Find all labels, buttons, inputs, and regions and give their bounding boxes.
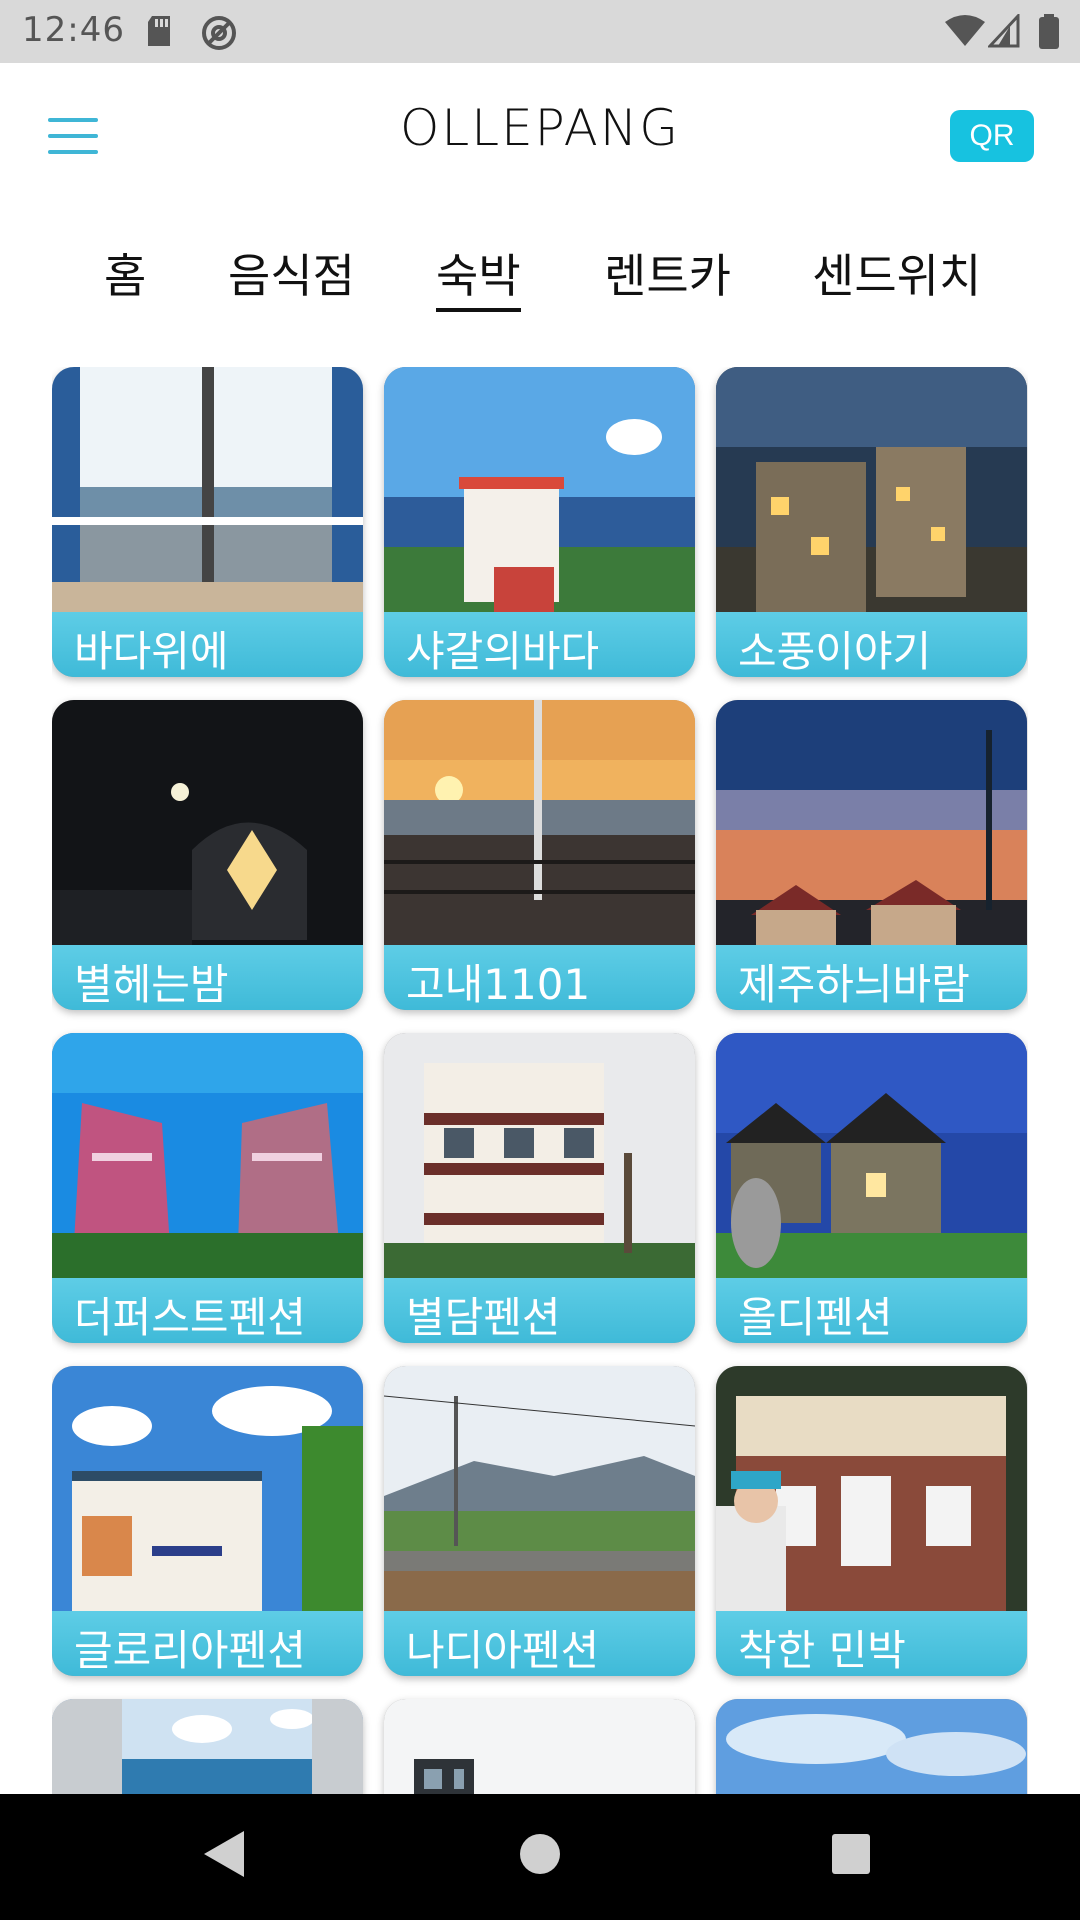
listing-name: 별헤는밤	[74, 960, 229, 1009]
listing-label-bar: 글로리아펜션	[52, 1611, 363, 1676]
listing-card[interactable]: 별헤는밤	[52, 700, 363, 1010]
at-icon	[202, 16, 236, 50]
listing-card[interactable]: 더퍼스트펜션	[52, 1033, 363, 1343]
listing-label-bar: 샤갈의바다	[384, 612, 695, 677]
listing-card[interactable]: 나디아펜션	[384, 1366, 695, 1676]
listing-photo	[52, 1699, 363, 1794]
system-nav-bar	[0, 1794, 1080, 1920]
listing-photo	[716, 367, 1027, 612]
listing-label-bar: 제주하늬바람	[716, 945, 1027, 1010]
signal-icon	[988, 14, 1020, 48]
battery-icon	[1039, 14, 1059, 49]
back-icon[interactable]	[202, 1829, 246, 1879]
listing-name: 제주하늬바람	[738, 960, 970, 1009]
listing-label-bar: 소풍이야기	[716, 612, 1027, 677]
home-icon[interactable]	[516, 1829, 564, 1879]
listing-card[interactable]: 샤갈의바다	[384, 367, 695, 677]
listing-photo	[52, 1033, 363, 1278]
listing-label-bar: 바다위에	[52, 612, 363, 677]
listing-photo	[52, 367, 363, 612]
listing-photo	[716, 1366, 1027, 1611]
listing-label-bar: 더퍼스트펜션	[52, 1278, 363, 1343]
wifi-icon	[945, 15, 985, 46]
listing-name: 별담펜션	[406, 1293, 561, 1342]
listing-name: 나디아펜션	[406, 1626, 600, 1675]
listing-photo	[716, 1699, 1027, 1794]
listing-name: 샤갈의바다	[406, 627, 600, 676]
status-time: 12:46	[22, 10, 125, 50]
listing-label-bar: 고내1101	[384, 945, 695, 1010]
listing-grid: 바다위에 샤갈의바다 소풍이야기 별헤는밤 고내1101 제주하늬바람 더퍼스트…	[52, 367, 1028, 1794]
status-bar: 12:46	[0, 0, 1080, 63]
listing-photo	[384, 700, 695, 945]
sd-card-icon	[148, 16, 170, 46]
listing-card[interactable]: 소풍이야기	[716, 367, 1027, 677]
listing-name: 글로리아펜션	[74, 1626, 306, 1675]
listing-card[interactable]: 글로리아펜션	[52, 1366, 363, 1676]
listing-card[interactable]	[52, 1699, 363, 1794]
listing-name: 올디펜션	[738, 1293, 893, 1342]
listing-name: 바다위에	[74, 627, 229, 676]
listing-photo	[384, 1366, 695, 1611]
tab-home[interactable]: 홈	[104, 240, 146, 306]
listing-label-bar: 별헤는밤	[52, 945, 363, 1010]
qr-button[interactable]: QR	[950, 110, 1034, 162]
listing-card[interactable]: 제주하늬바람	[716, 700, 1027, 1010]
listing-photo	[52, 700, 363, 945]
tab-restaurant[interactable]: 음식점	[228, 240, 355, 306]
listing-photo	[52, 1366, 363, 1611]
listing-card[interactable]: 올디펜션	[716, 1033, 1027, 1343]
listing-card[interactable]	[384, 1699, 695, 1794]
recents-icon[interactable]	[830, 1829, 872, 1879]
listing-label-bar: 착한 민박	[716, 1611, 1027, 1676]
tab-sandwich[interactable]: 센드위치	[812, 240, 981, 306]
listing-photo	[384, 367, 695, 612]
listing-label-bar: 나디아펜션	[384, 1611, 695, 1676]
category-tabs: 홈 음식점 숙박 렌트카 센드위치	[0, 230, 1080, 312]
listing-card[interactable]: 착한 민박	[716, 1366, 1027, 1676]
listing-photo	[384, 1033, 695, 1278]
listing-name: 고내1101	[406, 960, 591, 1009]
listing-photo	[716, 700, 1027, 945]
listing-label-bar: 올디펜션	[716, 1278, 1027, 1343]
listing-card[interactable]: 바다위에	[52, 367, 363, 677]
listing-card[interactable]: 별담펜션	[384, 1033, 695, 1343]
app-title: OLLEPANG	[400, 99, 680, 157]
tab-lodging[interactable]: 숙박	[436, 240, 521, 312]
listing-card[interactable]: 고내1101	[384, 700, 695, 1010]
listing-label-bar: 별담펜션	[384, 1278, 695, 1343]
listing-name: 착한 민박	[738, 1626, 906, 1675]
tab-rentcar[interactable]: 렌트카	[604, 240, 731, 306]
app-header: OLLEPANG QR	[0, 63, 1080, 203]
listing-card[interactable]	[716, 1699, 1027, 1794]
listing-photo	[384, 1699, 695, 1794]
listing-name: 소풍이야기	[738, 627, 932, 676]
listing-name: 더퍼스트펜션	[74, 1293, 306, 1342]
listing-photo	[716, 1033, 1027, 1278]
